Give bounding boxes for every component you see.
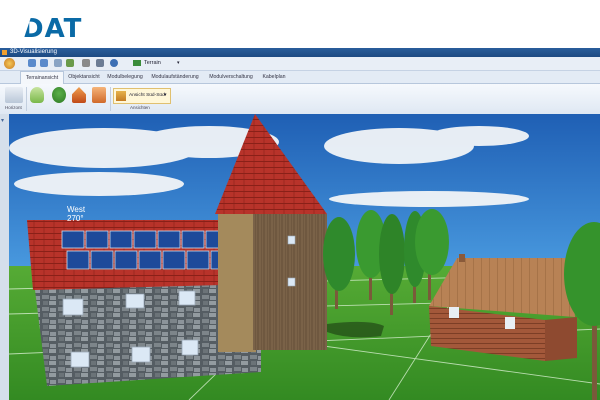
tab-modulverschaltung[interactable]: Modulverschaltung bbox=[206, 71, 256, 83]
tab-modulbelegung[interactable]: Modulbelegung bbox=[104, 71, 146, 83]
undo-icon[interactable] bbox=[28, 59, 36, 67]
view-icon bbox=[116, 91, 126, 101]
wooden-cabin bbox=[429, 254, 577, 361]
collapse-arrow-icon: ▾ bbox=[1, 118, 5, 124]
facade-label-west: West bbox=[67, 205, 86, 214]
brand-header: DAT bbox=[0, 0, 600, 48]
ribbon-separator bbox=[26, 87, 27, 111]
tab-terrainansicht[interactable]: Terrainansicht bbox=[20, 71, 64, 84]
tab-kabelplan[interactable]: Kabelplan bbox=[258, 71, 290, 83]
chevron-down-icon: ▾ bbox=[177, 60, 180, 66]
3d-viewport[interactable]: West 270° bbox=[9, 114, 600, 400]
object-tool-icon[interactable] bbox=[92, 87, 106, 103]
tab-modulaufstaenderung[interactable]: Modulaufständerung bbox=[148, 71, 202, 83]
app-menu-icon[interactable] bbox=[4, 58, 15, 69]
terrain-tool-icon[interactable] bbox=[30, 87, 44, 103]
copy-icon[interactable] bbox=[54, 59, 62, 67]
views-group-label: Ansichten bbox=[130, 105, 150, 110]
title-bar: 3D-Visualisierung bbox=[0, 48, 600, 57]
ribbon: Horizont Ansicht Süd-Süd ▾ Ansichten bbox=[0, 84, 600, 115]
horizon-button[interactable] bbox=[5, 87, 23, 103]
ribbon-separator bbox=[110, 87, 111, 111]
cabin-window bbox=[505, 317, 515, 329]
facade-label-angle: 270° bbox=[67, 214, 84, 223]
print-icon[interactable] bbox=[96, 59, 104, 67]
cabin-chimney bbox=[459, 254, 465, 262]
terrain-dropdown[interactable]: Terrain ▾ bbox=[133, 59, 183, 68]
tower-window bbox=[287, 277, 296, 287]
terrain-icon bbox=[133, 59, 141, 66]
horizon-group-label: Horizont bbox=[5, 105, 22, 110]
redo-icon[interactable] bbox=[40, 59, 48, 67]
quick-access-toolbar: Terrain ▾ bbox=[0, 57, 600, 71]
grid-icon[interactable] bbox=[66, 59, 74, 67]
house-tool-icon[interactable] bbox=[72, 87, 86, 103]
application-window: 3D-Visualisierung Terrain ▾ Terrainansich… bbox=[0, 48, 600, 400]
window-title: 3D-Visualisierung bbox=[10, 49, 57, 55]
tools-icon[interactable] bbox=[82, 59, 90, 67]
tab-objektansicht[interactable]: Objektansicht bbox=[64, 71, 104, 83]
tower-window bbox=[287, 235, 296, 245]
chevron-down-icon: ▾ bbox=[164, 93, 167, 98]
cabin-side-wall bbox=[545, 317, 577, 361]
app-icon bbox=[2, 50, 7, 55]
help-icon[interactable] bbox=[110, 59, 118, 67]
tree-tool-icon[interactable] bbox=[52, 87, 66, 103]
dat-logo: DAT bbox=[22, 14, 83, 44]
ribbon-tabs: Terrainansicht Objektansicht Modulbelegu… bbox=[0, 71, 600, 84]
view-select[interactable]: Ansicht Süd-Süd ▾ bbox=[113, 88, 171, 104]
tower-side-wall bbox=[218, 214, 256, 352]
cabin-window bbox=[449, 307, 459, 318]
